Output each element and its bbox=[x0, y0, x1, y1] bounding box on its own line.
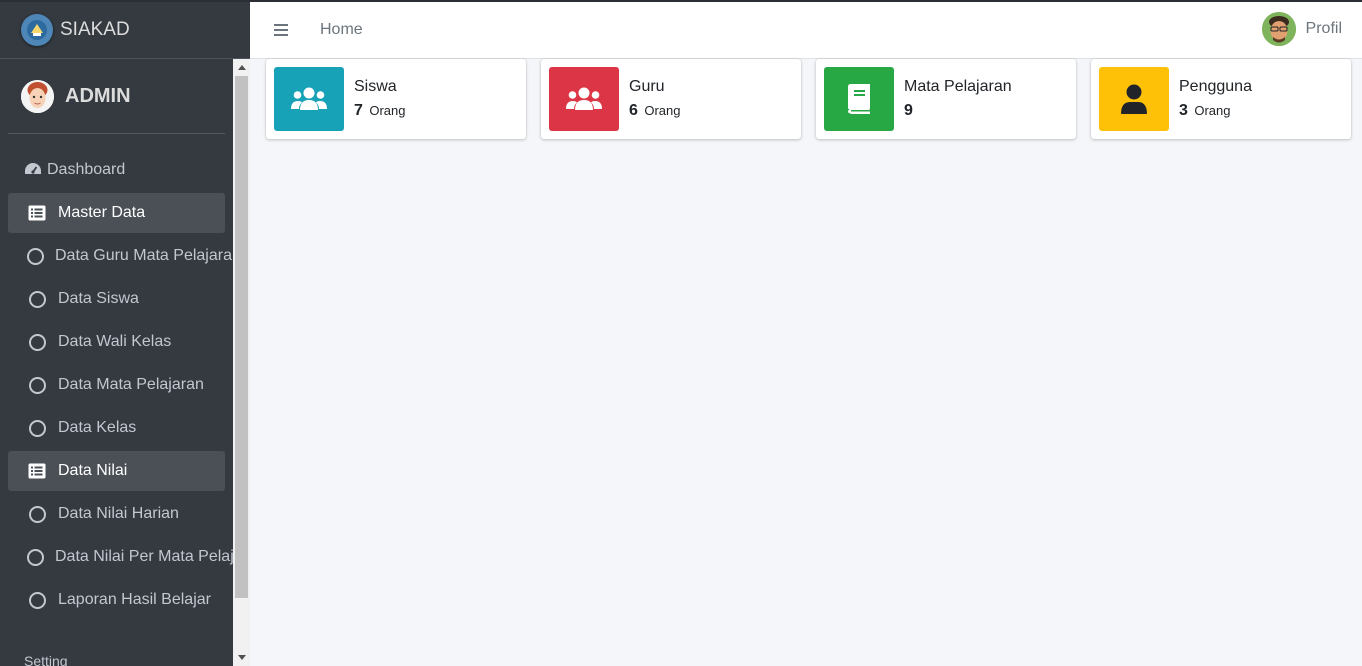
nav-data-wali-kelas[interactable]: Data Wali Kelas bbox=[8, 322, 225, 362]
nav-laporan-hasil-belajar[interactable]: Laporan Hasil Belajar bbox=[8, 580, 225, 620]
nav-label: Data Wali Kelas bbox=[58, 333, 172, 350]
profile-label: Profil bbox=[1305, 20, 1342, 37]
info-box-title: Guru bbox=[629, 78, 665, 95]
nav-dashboard[interactable]: Dashboard bbox=[8, 150, 225, 190]
home-link[interactable]: Home bbox=[320, 21, 363, 39]
users-icon bbox=[274, 67, 344, 131]
circle-icon bbox=[27, 246, 44, 266]
book-icon bbox=[824, 67, 894, 131]
nav-data-kelas[interactable]: Data Kelas bbox=[8, 408, 225, 448]
nav-label: Data Guru Mata Pelajaran bbox=[55, 247, 233, 264]
profile-avatar bbox=[1261, 12, 1296, 46]
sidebar-nav: Dashboard Master Data Data Guru Mata Pel… bbox=[8, 150, 233, 623]
scrollbar-thumb[interactable] bbox=[235, 76, 248, 598]
brand-logo-icon bbox=[21, 14, 53, 46]
nav-label: Data Nilai Per Mata Pelajaran bbox=[55, 548, 233, 565]
circle-icon bbox=[27, 289, 47, 309]
info-box-title: Pengguna bbox=[1179, 78, 1252, 95]
tachometer-icon bbox=[23, 160, 43, 180]
list-alt-icon bbox=[27, 203, 47, 223]
scroll-up-arrow-icon[interactable] bbox=[233, 59, 250, 76]
info-box-value: 9 bbox=[904, 102, 913, 119]
info-box-pengguna[interactable]: Pengguna 3 Orang bbox=[1091, 59, 1351, 139]
info-box-value: 3 bbox=[1179, 102, 1188, 119]
circle-icon bbox=[27, 332, 47, 352]
brand-title: SIAKAD bbox=[60, 19, 130, 40]
info-box-unit: Orang bbox=[1194, 103, 1231, 118]
admin-name: ADMIN bbox=[65, 84, 131, 107]
nav-data-mata-pelajaran[interactable]: Data Mata Pelajaran bbox=[8, 365, 225, 405]
nav-data-guru-mata-pelajaran[interactable]: Data Guru Mata Pelajaran bbox=[8, 236, 233, 276]
nav-label: Laporan Hasil Belajar bbox=[58, 591, 211, 608]
nav-master-data[interactable]: Master Data bbox=[8, 193, 225, 233]
menu-toggle-icon[interactable] bbox=[274, 24, 288, 36]
circle-icon bbox=[27, 547, 44, 567]
info-box-guru[interactable]: Guru 6 Orang bbox=[541, 59, 801, 139]
info-box-unit: Orang bbox=[644, 103, 681, 118]
sidebar: SIAKAD ADMIN Dashboard Master Data Data … bbox=[0, 0, 250, 666]
list-alt-icon bbox=[27, 461, 47, 481]
nav-data-nilai-per-mata-pelajaran[interactable]: Data Nilai Per Mata Pelajaran bbox=[8, 537, 233, 577]
user-panel[interactable]: ADMIN bbox=[8, 59, 225, 134]
info-box-value: 7 bbox=[354, 102, 363, 119]
admin-avatar bbox=[21, 79, 54, 113]
scroll-down-arrow-icon[interactable] bbox=[233, 649, 250, 666]
main-content: Siswa 7 Orang Guru 6 Orang Mata Pelajara… bbox=[250, 59, 1362, 666]
circle-icon bbox=[27, 375, 47, 395]
nav-label: Data Nilai bbox=[58, 462, 128, 479]
info-box-value: 6 bbox=[629, 102, 638, 119]
info-box-mata-pelajaran[interactable]: Mata Pelajaran 9 bbox=[816, 59, 1076, 139]
profile-menu[interactable]: Profil bbox=[1261, 12, 1342, 46]
top-navbar: Home Profil bbox=[250, 0, 1362, 59]
info-box-siswa[interactable]: Siswa 7 Orang bbox=[266, 59, 526, 139]
nav-label: Master Data bbox=[58, 204, 146, 221]
sidebar-scrollbar[interactable] bbox=[233, 59, 250, 666]
users-icon bbox=[549, 67, 619, 131]
nav-data-nilai[interactable]: Data Nilai bbox=[8, 451, 225, 491]
nav-label: Dashboard bbox=[47, 161, 126, 178]
circle-icon bbox=[27, 590, 47, 610]
info-box-title: Siswa bbox=[354, 78, 397, 95]
nav-label: Data Kelas bbox=[58, 419, 137, 436]
circle-icon bbox=[27, 418, 47, 438]
nav-data-siswa[interactable]: Data Siswa bbox=[8, 279, 225, 319]
user-icon bbox=[1099, 67, 1169, 131]
nav-label: Data Nilai Harian bbox=[58, 505, 179, 522]
nav-label: Data Mata Pelajaran bbox=[58, 376, 204, 393]
info-box-title: Mata Pelajaran bbox=[904, 78, 1012, 95]
sidebar-scroll-area: ADMIN Dashboard Master Data Data Guru Ma… bbox=[0, 59, 233, 666]
nav-data-nilai-harian[interactable]: Data Nilai Harian bbox=[8, 494, 225, 534]
nav-label: Data Siswa bbox=[58, 290, 139, 307]
info-box-unit: Orang bbox=[369, 103, 406, 118]
nav-section-setting: Setting bbox=[24, 653, 68, 666]
brand-link[interactable]: SIAKAD bbox=[0, 0, 250, 59]
circle-icon bbox=[27, 504, 47, 524]
